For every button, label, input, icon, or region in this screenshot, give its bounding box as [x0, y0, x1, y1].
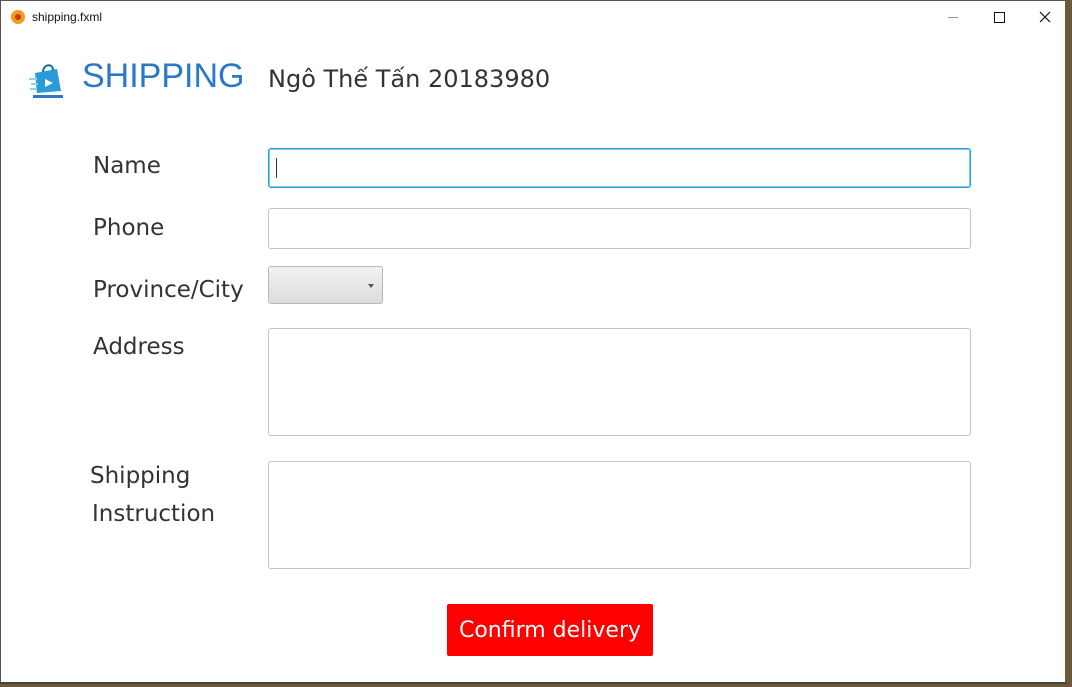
instruction-label-line1: Shipping — [90, 463, 191, 489]
province-label: Province/City — [93, 277, 244, 303]
phone-field[interactable] — [268, 208, 971, 249]
shipping-window: shipping.fxml SHIPPING Ngô Thế Tấn 20183… — [0, 0, 1068, 684]
name-label: Name — [93, 153, 161, 179]
app-icon — [11, 10, 25, 24]
address-textarea[interactable] — [268, 328, 971, 436]
confirm-delivery-button[interactable]: Confirm delivery — [447, 604, 653, 656]
minimize-button[interactable] — [930, 1, 976, 33]
shopping-bag-icon — [29, 64, 63, 98]
chevron-down-icon — [368, 284, 374, 288]
student-info: Ngô Thế Tấn 20183980 — [268, 65, 551, 93]
instruction-textarea[interactable] — [268, 461, 971, 569]
close-icon — [1039, 11, 1051, 23]
province-combobox[interactable] — [268, 266, 383, 304]
instruction-label-line2: Instruction — [92, 501, 216, 527]
window-title: shipping.fxml — [32, 10, 103, 24]
phone-label: Phone — [93, 215, 165, 241]
address-label: Address — [93, 334, 185, 360]
close-button[interactable] — [1022, 1, 1068, 33]
minimize-icon — [948, 16, 958, 18]
name-field[interactable] — [268, 148, 971, 188]
brand-title: SHIPPING — [82, 57, 245, 95]
maximize-icon — [993, 11, 1005, 23]
maximize-button[interactable] — [976, 1, 1022, 33]
text-caret — [276, 158, 277, 178]
title-bar[interactable]: shipping.fxml — [1, 1, 1065, 33]
